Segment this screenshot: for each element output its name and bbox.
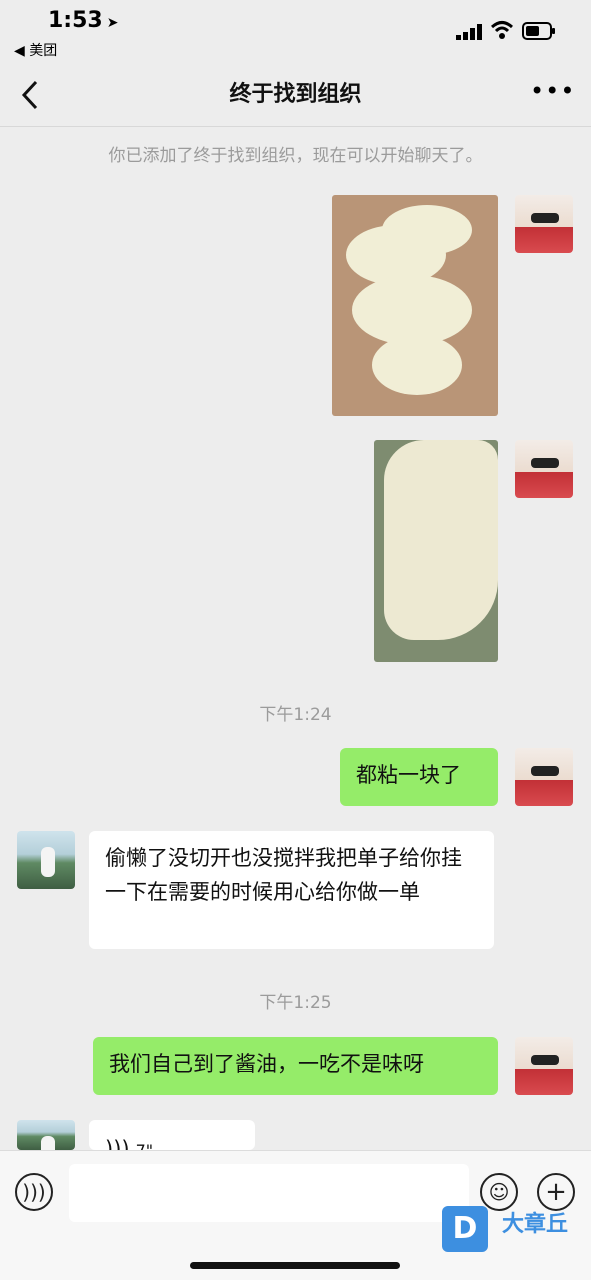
contact-avatar[interactable] <box>17 831 75 889</box>
photo-message[interactable] <box>374 440 498 662</box>
wifi-icon <box>490 21 514 39</box>
my-avatar[interactable] <box>515 440 573 498</box>
voice-message-bubble[interactable]: )))7" <box>89 1120 255 1161</box>
signal-icon <box>456 24 482 40</box>
my-avatar[interactable] <box>515 1037 573 1095</box>
input-bar: ))) ☺ + D 大章丘 <box>0 1150 591 1280</box>
chat-title: 终于找到组织 <box>229 82 362 107</box>
status-time: 1:53 ➤ <box>48 8 118 33</box>
chat-header: 终于找到组织 ••• <box>0 62 591 127</box>
timestamp: 下午1:24 <box>259 705 332 725</box>
message-bubble-received[interactable]: 偷懒了没切开也没搅拌我把单子给你挂一下在需要的时候用心给你做一单 <box>89 831 494 949</box>
voice-icon[interactable]: ))) <box>15 1173 53 1211</box>
my-avatar[interactable] <box>515 195 573 253</box>
watermark-logo: D <box>442 1206 488 1252</box>
more-icon[interactable]: ••• <box>530 76 574 112</box>
watermark-text: 大章丘 <box>502 1212 569 1237</box>
message-bubble-sent[interactable]: 都粘一块了 <box>340 748 498 806</box>
photo-message[interactable] <box>332 195 498 416</box>
time-text: 1:53 <box>48 8 103 33</box>
message-input[interactable] <box>69 1164 469 1222</box>
message-bubble-sent[interactable]: 我们自己到了酱油，一吃不是味呀 <box>93 1037 498 1095</box>
timestamp: 下午1:25 <box>259 993 332 1013</box>
system-note: 你已添加了终于找到组织，现在可以开始聊天了。 <box>108 146 483 166</box>
home-indicator <box>190 1262 400 1269</box>
battery-icon <box>522 22 555 40</box>
location-arrow-icon: ➤ <box>106 15 119 31</box>
my-avatar[interactable] <box>515 748 573 806</box>
back-to-app-link[interactable]: ◀ 美团 <box>14 40 57 60</box>
contact-avatar[interactable] <box>17 1120 75 1150</box>
